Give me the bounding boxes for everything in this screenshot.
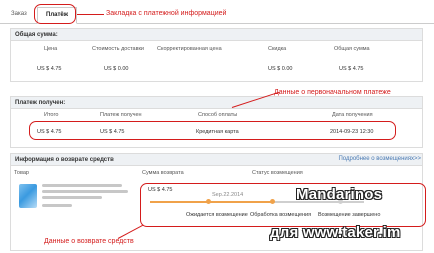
refund-step-2: Обработка возмещения — [250, 212, 312, 218]
refund-more-link[interactable]: Подробнее о возмещениях>> — [338, 156, 421, 162]
total-header-price: Цена — [44, 46, 58, 52]
payment-header-date: Дата получения — [332, 112, 373, 118]
refund-header-status: Статус возмещения — [252, 170, 303, 176]
tab-annotation-arrow — [77, 14, 104, 15]
refund-amount: US $ 4.75 — [148, 187, 173, 193]
total-section: Общая сумма: — [10, 28, 423, 82]
tab-highlight — [34, 4, 76, 24]
refund-step-3: Возмещение завершено — [318, 212, 381, 218]
watermark-line-2: для www.taker.im — [270, 224, 401, 241]
payment-highlight — [29, 121, 396, 140]
tab-annotation: Закладка с платежной информацией — [106, 10, 227, 17]
watermark-line-1: Mandarinos — [296, 186, 383, 203]
total-header-discount: Скидка — [268, 46, 287, 52]
refund-highlight — [140, 183, 426, 227]
total-price: US $ 4.75 — [37, 66, 62, 72]
refund-step-1-marker — [206, 199, 211, 204]
payment-section-title: Платеж получен: — [11, 97, 422, 109]
product-title-blurred — [42, 204, 72, 207]
payment-header-total: Итого — [44, 112, 59, 118]
refund-progress-done — [150, 201, 272, 203]
total-header-shipping: Стоимость доставки — [92, 46, 144, 52]
refund-annotation: Данные о возврате средств — [44, 238, 134, 245]
payment-annotation: Данные о первоначальном платеже — [274, 89, 391, 96]
tab-order[interactable]: Заказ — [3, 7, 35, 24]
payment-header-received: Платеж получен — [100, 112, 142, 118]
total-header-adjusted: Скорректированная цена — [157, 46, 222, 52]
total-discount: US $ 0.00 — [268, 66, 293, 72]
total-header-sum: Общая сумма — [334, 46, 370, 52]
refund-step-2-marker — [270, 199, 275, 204]
total-shipping: US $ 0.00 — [104, 66, 129, 72]
total-sum: US $ 4.75 — [339, 66, 364, 72]
product-title-blurred — [42, 184, 122, 187]
payment-header-method: Способ оплаты — [198, 112, 238, 118]
refund-header-product: Товар — [14, 170, 29, 176]
product-thumbnail[interactable] — [19, 184, 37, 208]
refund-date: Sep.22.2014 — [212, 192, 244, 198]
refund-step-1: Ожидается возмещение — [186, 212, 248, 218]
product-title-blurred — [42, 190, 128, 193]
total-section-title: Общая сумма: — [11, 29, 422, 41]
refund-header-amount: Сумма возврата — [142, 170, 184, 176]
product-title-blurred — [42, 196, 102, 199]
